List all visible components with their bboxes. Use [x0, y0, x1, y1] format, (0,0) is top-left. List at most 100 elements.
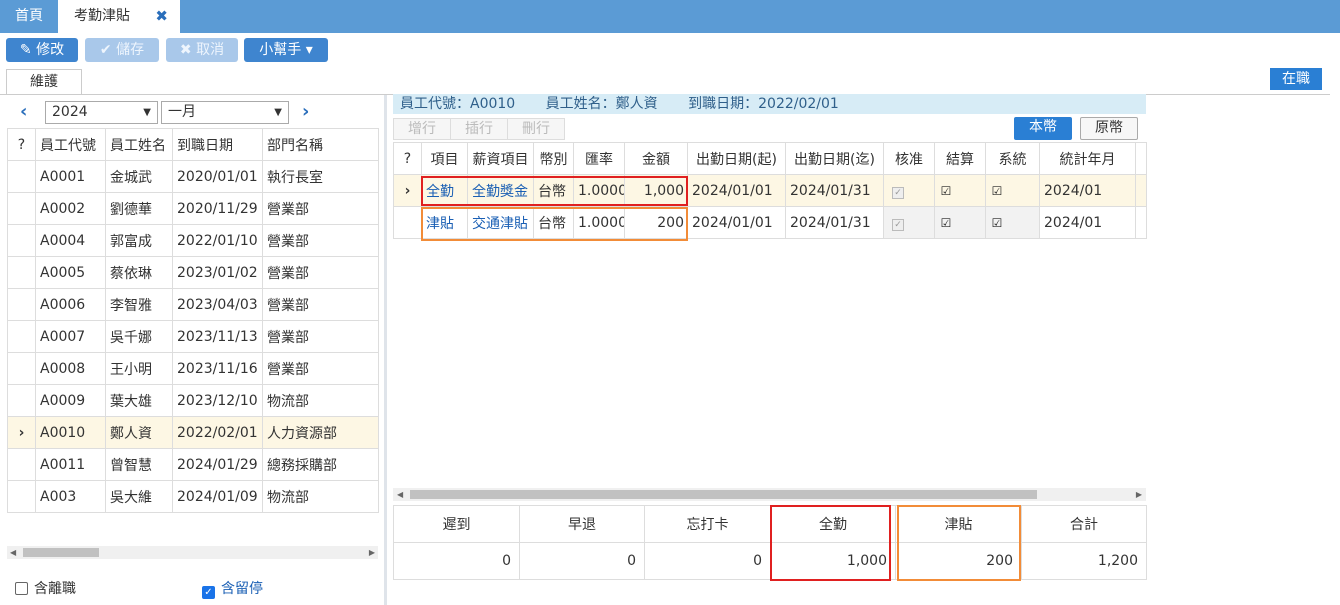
- summary-header-total: 合計: [1021, 505, 1147, 543]
- rate-cell: 1.0000: [573, 174, 625, 207]
- detail-table-scrollbar[interactable]: ◀ ▶: [393, 488, 1146, 501]
- row-indicator: [7, 384, 36, 417]
- col-header-item[interactable]: 項目: [421, 142, 468, 175]
- hire-date-cell: 2022/02/01: [172, 416, 263, 449]
- department-cell: 人力資源部: [262, 416, 379, 449]
- table-row[interactable]: A0007 吳千娜 2023/11/13 營業部: [7, 320, 379, 353]
- emp-name-cell: 金城武: [105, 160, 173, 193]
- currency-cell: 台幣: [533, 206, 574, 239]
- col-header-approved[interactable]: 核准: [883, 142, 935, 175]
- help-icon[interactable]: ?: [393, 142, 422, 175]
- include-suspended-label: 含留停: [221, 581, 263, 597]
- col-header-emp-name[interactable]: 員工姓名: [105, 128, 173, 161]
- col-header-hire-date[interactable]: 到職日期: [172, 128, 263, 161]
- salary-item-cell[interactable]: 交通津貼: [467, 206, 534, 239]
- summary-header-allowance: 津貼: [895, 505, 1022, 543]
- table-row[interactable]: A0005 蔡依琳 2023/01/02 營業部: [7, 256, 379, 289]
- employee-table-scrollbar[interactable]: ◀ ▶: [7, 546, 378, 559]
- scroll-left-icon[interactable]: ◀: [10, 546, 16, 559]
- save-button[interactable]: ✔ 儲存: [85, 38, 159, 62]
- summary-header-missed-punch: 忘打卡: [644, 505, 771, 543]
- prev-arrow-icon[interactable]: ‹: [20, 101, 27, 122]
- col-header-department[interactable]: 部門名稱: [262, 128, 379, 161]
- emp-name-cell: 鄭人資: [105, 416, 173, 449]
- department-cell: 營業部: [262, 320, 379, 353]
- system-checkbox-cell: ☑: [985, 206, 1040, 239]
- salary-item-cell[interactable]: 全勤獎金: [467, 174, 534, 207]
- local-currency-button[interactable]: 本幣: [1014, 117, 1072, 140]
- info-emp-id: 員工代號：A0010: [400, 96, 516, 112]
- status-badge[interactable]: 在職: [1270, 68, 1322, 90]
- emp-name-cell: 郭富成: [105, 224, 173, 257]
- col-header-amount[interactable]: 金額: [624, 142, 688, 175]
- table-row[interactable]: A0002 劉德華 2020/11/29 營業部: [7, 192, 379, 225]
- table-row[interactable]: 津貼 交通津貼 台幣 1.0000 200 2024/01/01 2024/01/31 ✓ ☑ ☑…: [393, 206, 1147, 239]
- helper-dropdown-button[interactable]: 小幫手 ▾: [244, 38, 328, 62]
- settled-checkbox-cell: ☑: [934, 174, 986, 207]
- include-suspended-checkbox[interactable]: ✓ 含留停: [202, 578, 263, 599]
- help-icon[interactable]: ?: [7, 128, 36, 161]
- period-cell: 2024/01: [1039, 206, 1136, 239]
- table-row[interactable]: A0006 李智雅 2023/04/03 營業部: [7, 288, 379, 321]
- hire-date-cell: 2024/01/09: [172, 480, 263, 513]
- table-row[interactable]: A0011 曾智慧 2024/01/29 總務採購部: [7, 448, 379, 481]
- caret-down-icon: ▼: [274, 107, 282, 118]
- delete-row-button[interactable]: 刪行: [507, 118, 565, 140]
- row-indicator: [7, 320, 36, 353]
- table-row[interactable]: A0004 郭富成 2022/01/10 營業部: [7, 224, 379, 257]
- amount-cell: 1,000: [624, 174, 688, 207]
- tab-maintenance[interactable]: 維護: [6, 69, 82, 95]
- rate-cell: 1.0000: [573, 206, 625, 239]
- close-icon[interactable]: ✖: [155, 0, 168, 33]
- edit-button[interactable]: ✎ 修改: [6, 38, 78, 62]
- add-row-button[interactable]: 增行: [393, 118, 451, 140]
- panel-splitter[interactable]: [384, 95, 387, 605]
- summary-value-late: 0: [393, 542, 520, 580]
- col-header-system[interactable]: 系統: [985, 142, 1040, 175]
- col-header-start-date[interactable]: 出勤日期(起): [687, 142, 786, 175]
- col-header-rate[interactable]: 匯率: [573, 142, 625, 175]
- allowance-detail-table: ? 項目 薪資項目 幣別 匯率 金額 出勤日期(起) 出勤日期(迄) 核准 結算…: [393, 142, 1147, 239]
- filler-cell: [1135, 206, 1147, 239]
- include-resigned-checkbox[interactable]: 含離職: [15, 578, 76, 598]
- hire-date-cell: 2023/04/03: [172, 288, 263, 321]
- next-arrow-icon[interactable]: ›: [302, 101, 309, 122]
- table-row[interactable]: A0009 葉大雄 2023/12/10 物流部: [7, 384, 379, 417]
- tab-attendance-allowance[interactable]: 考勤津貼 ✖: [58, 0, 180, 33]
- scroll-right-icon[interactable]: ▶: [369, 546, 375, 559]
- year-select[interactable]: 2024 ▼: [45, 101, 158, 124]
- table-row[interactable]: A0001 金城武 2020/01/01 執行長室: [7, 160, 379, 193]
- row-indicator: [7, 480, 36, 513]
- table-row[interactable]: › 全勤 全勤獎金 台幣 1.0000 1,000 2024/01/01 2024/01/31…: [393, 174, 1147, 207]
- col-header-salary-item[interactable]: 薪資項目: [467, 142, 534, 175]
- table-row[interactable]: A0008 王小明 2023/11/16 營業部: [7, 352, 379, 385]
- col-header-settled[interactable]: 結算: [934, 142, 986, 175]
- cancel-button[interactable]: ✖ 取消: [166, 38, 238, 62]
- scroll-right-icon[interactable]: ▶: [1136, 488, 1142, 501]
- col-header-period[interactable]: 統計年月: [1039, 142, 1136, 175]
- scroll-thumb[interactable]: [23, 548, 99, 557]
- tab-home[interactable]: 首頁: [0, 0, 58, 33]
- hire-date-cell: 2023/12/10: [172, 384, 263, 417]
- employee-info-bar: 員工代號：A0010 員工姓名：鄭人資 到職日期：2022/02/01: [393, 94, 1146, 114]
- scroll-thumb[interactable]: [410, 490, 1037, 499]
- hire-date-cell: 2020/11/29: [172, 192, 263, 225]
- col-header-currency[interactable]: 幣別: [533, 142, 574, 175]
- col-header-emp-id[interactable]: 員工代號: [35, 128, 106, 161]
- insert-row-button[interactable]: 插行: [450, 118, 508, 140]
- hire-date-cell: 2020/01/01: [172, 160, 263, 193]
- employee-table: ? 員工代號 員工姓名 到職日期 部門名稱 A0001 金城武 2020/01/01…: [7, 128, 379, 513]
- department-cell: 營業部: [262, 256, 379, 289]
- start-date-cell: 2024/01/01: [687, 206, 786, 239]
- month-select[interactable]: 一月 ▼: [161, 101, 289, 124]
- item-cell[interactable]: 津貼: [421, 206, 468, 239]
- table-row[interactable]: A003 吳大維 2024/01/09 物流部: [7, 480, 379, 513]
- item-cell[interactable]: 全勤: [421, 174, 468, 207]
- scroll-left-icon[interactable]: ◀: [397, 488, 403, 501]
- table-row[interactable]: › A0010 鄭人資 2022/02/01 人力資源部: [7, 416, 379, 449]
- original-currency-button[interactable]: 原幣: [1080, 117, 1138, 140]
- top-tab-bar: 首頁 考勤津貼 ✖: [0, 0, 1340, 33]
- emp-name-cell: 蔡依琳: [105, 256, 173, 289]
- col-header-end-date[interactable]: 出勤日期(迄): [785, 142, 884, 175]
- tab-label: 考勤津貼: [74, 8, 130, 24]
